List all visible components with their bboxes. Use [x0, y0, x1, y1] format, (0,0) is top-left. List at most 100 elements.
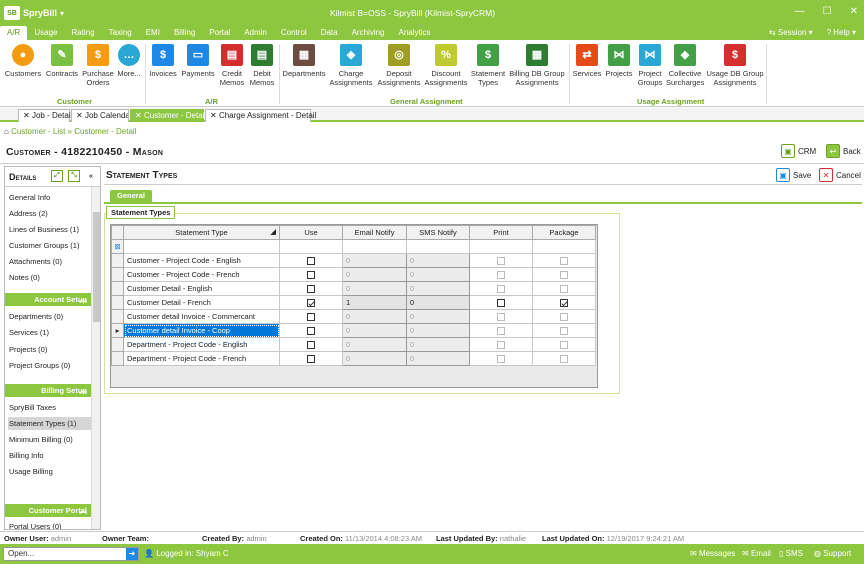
table-row[interactable]: ▸ Customer detail Invoice - Coop 0 0: [111, 323, 596, 338]
sms-button[interactable]: ▯ SMS: [779, 549, 803, 558]
section-account-setup[interactable]: Account Setup ︽: [5, 293, 92, 306]
use-checkbox[interactable]: [307, 271, 315, 279]
print-checkbox[interactable]: [497, 341, 505, 349]
section-billing-setup[interactable]: Billing Setup ︽: [5, 384, 92, 397]
close-icon[interactable]: ✕: [210, 111, 219, 120]
close-icon[interactable]: ✕: [76, 111, 85, 120]
minimize-button[interactable]: —: [795, 6, 805, 17]
use-checkbox[interactable]: [307, 341, 315, 349]
package-checkbox[interactable]: [560, 341, 568, 349]
sidebar-item-usage-billing[interactable]: Usage Billing: [8, 465, 92, 478]
close-button[interactable]: ✕: [850, 6, 858, 17]
print-cell[interactable]: [469, 323, 533, 338]
col-statement-type[interactable]: Statement Type ◢: [123, 225, 280, 240]
tab-charge-assignment-detail[interactable]: ✕ Charge Assignment - Detail: [205, 109, 316, 122]
sidebar-item-projects[interactable]: Projects (0): [8, 343, 92, 356]
filter-cell[interactable]: [469, 239, 533, 254]
support-button[interactable]: ◍ Support: [814, 549, 851, 558]
close-icon[interactable]: ✕: [23, 111, 32, 120]
statement-type-name[interactable]: Customer detail Invoice - Commercant: [123, 309, 280, 324]
print-cell[interactable]: [469, 281, 533, 296]
package-checkbox[interactable]: [560, 327, 568, 335]
discount-assignments-button[interactable]: % Discount Assignments: [424, 44, 468, 87]
usage-db-group-assignments-button[interactable]: $ Usage DB Group Assignments: [706, 44, 764, 87]
menu-rating[interactable]: Rating: [64, 26, 101, 40]
package-checkbox[interactable]: [560, 257, 568, 265]
menu-control[interactable]: Control: [274, 26, 314, 40]
close-icon[interactable]: ✕: [135, 111, 144, 120]
sidebar-item-project-groups[interactable]: Project Groups (0): [8, 359, 92, 372]
tab-job-detail[interactable]: ✕ Job - Detail: [18, 109, 72, 122]
use-checkbox[interactable]: [307, 355, 315, 363]
table-row[interactable]: Customer Detail - French 1 0: [111, 295, 596, 310]
package-cell[interactable]: [532, 337, 596, 352]
crm-button[interactable]: ▣ CRM: [781, 144, 816, 158]
table-row[interactable]: Customer detail Invoice - Commercant 0 0: [111, 309, 596, 324]
print-cell[interactable]: [469, 337, 533, 352]
statement-type-name[interactable]: Customer - Project Code - French: [123, 267, 280, 282]
use-cell[interactable]: [279, 281, 343, 296]
row-indicator[interactable]: [111, 337, 124, 352]
save-button[interactable]: ▣ Save: [776, 168, 811, 182]
deposit-assignments-button[interactable]: ◎ Deposit Assignments: [376, 44, 422, 87]
menu-admin[interactable]: Admin: [237, 26, 274, 40]
table-row[interactable]: Department - Project Code - English 0 0: [111, 337, 596, 352]
statement-type-name[interactable]: Customer Detail - French: [123, 295, 280, 310]
collective-surcharges-button[interactable]: ◆ Collective Surcharges: [666, 44, 704, 87]
row-indicator[interactable]: [111, 281, 124, 296]
email-button[interactable]: ✉ Email: [742, 549, 771, 558]
row-indicator[interactable]: [111, 267, 124, 282]
statement-types-button[interactable]: $ Statement Types: [470, 44, 506, 87]
use-cell[interactable]: [279, 309, 343, 324]
sidebar-item-notes[interactable]: Notes (0): [8, 271, 92, 284]
row-indicator[interactable]: ▸: [111, 323, 124, 338]
menu-portal[interactable]: Portal: [202, 26, 237, 40]
sidebar-item-general-info[interactable]: General Info: [8, 191, 92, 204]
sms-notify-field[interactable]: 0: [406, 309, 470, 324]
sidebar-item-portal-users[interactable]: Portal Users (0): [8, 520, 92, 529]
use-cell[interactable]: [279, 337, 343, 352]
contracts-button[interactable]: ✎ Contracts: [44, 44, 80, 78]
session-menu[interactable]: ⇆ Session ▾: [769, 28, 813, 37]
scrollbar-thumb[interactable]: [93, 212, 100, 322]
menu-data[interactable]: Data: [314, 26, 345, 40]
cancel-button[interactable]: ✕ Cancel: [819, 168, 861, 182]
row-indicator[interactable]: [111, 351, 124, 366]
home-icon[interactable]: ⌂: [4, 127, 9, 136]
row-indicator[interactable]: [111, 295, 124, 310]
email-notify-field[interactable]: 0: [342, 337, 407, 352]
breadcrumb-customer-list[interactable]: Customer - List: [11, 127, 65, 136]
expand-icon[interactable]: ⤢: [51, 170, 63, 182]
more-button[interactable]: … More...: [116, 44, 142, 78]
use-cell[interactable]: [279, 323, 343, 338]
help-menu[interactable]: ? Help ▾: [827, 28, 856, 37]
back-button[interactable]: ↩ Back: [826, 144, 861, 158]
col-use[interactable]: Use: [279, 225, 343, 240]
tab-general[interactable]: General: [110, 190, 152, 202]
statement-type-name[interactable]: Department - Project Code - English: [123, 337, 280, 352]
menu-usage[interactable]: Usage: [27, 26, 64, 40]
print-cell[interactable]: [469, 351, 533, 366]
sidebar-item-attachments[interactable]: Attachments (0): [8, 255, 92, 268]
table-row[interactable]: Department - Project Code - French 0 0: [111, 351, 596, 366]
table-row[interactable]: Customer - Project Code - English 0 0: [111, 253, 596, 268]
print-cell[interactable]: [469, 309, 533, 324]
purchase-orders-button[interactable]: $ Purchase Orders: [80, 44, 116, 87]
filter-cell[interactable]: [406, 239, 470, 254]
billing-db-group-assignments-button[interactable]: ▦ Billing DB Group Assignments: [508, 44, 566, 87]
sidebar-item-departments[interactable]: Departments (0): [8, 310, 92, 323]
quick-access-chevron-icon[interactable]: ▾: [60, 9, 64, 18]
use-cell[interactable]: [279, 253, 343, 268]
statement-type-name[interactable]: Department - Project Code - French: [123, 351, 280, 366]
package-checkbox[interactable]: [560, 285, 568, 293]
use-checkbox[interactable]: [307, 285, 315, 293]
section-customer-portal[interactable]: Customer Portal ︽: [5, 504, 92, 517]
sidebar-item-lines-of-business[interactable]: Lines of Business (1): [8, 223, 92, 236]
print-cell[interactable]: [469, 267, 533, 282]
debit-memos-button[interactable]: ▤ Debit Memos: [248, 44, 276, 87]
sms-notify-field[interactable]: 0: [406, 323, 470, 338]
use-cell[interactable]: [279, 351, 343, 366]
use-checkbox[interactable]: [307, 299, 315, 307]
package-cell[interactable]: [532, 253, 596, 268]
table-row[interactable]: Customer Detail - English 0 0: [111, 281, 596, 296]
